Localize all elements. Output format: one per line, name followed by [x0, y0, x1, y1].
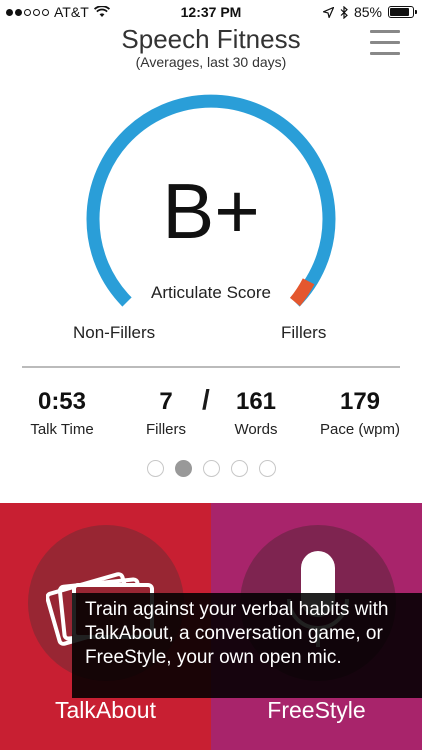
fillers-label: Fillers [281, 323, 327, 342]
hamburger-menu-icon[interactable] [370, 30, 400, 58]
non-fillers-label: Non-Fillers [73, 323, 156, 342]
divider [22, 366, 400, 368]
page-indicator [0, 460, 422, 477]
page-dot[interactable] [146, 460, 164, 477]
onboarding-tooltip: Train against your verbal habits with Ta… [72, 593, 422, 698]
battery-percent: 85% [353, 4, 382, 20]
status-bar: AT&T 12:37 PM 85% [0, 0, 422, 24]
page-dot[interactable] [230, 460, 248, 477]
talkabout-label: TalkAbout [54, 697, 156, 723]
battery-icon [388, 6, 417, 18]
words-value: 161 [235, 388, 277, 415]
freestyle-label: FreeStyle [267, 697, 366, 723]
fillers-stat-label: Fillers [146, 421, 186, 438]
page-dot-active[interactable] [174, 460, 192, 477]
page-subtitle: (Averages, last 30 days) [135, 54, 287, 70]
pace-value: 179 [339, 388, 381, 415]
pace-label: Pace (wpm) [319, 421, 401, 438]
stats-separator: / [202, 384, 210, 415]
words-label: Words [234, 421, 278, 438]
gauge-label: Articulate Score [151, 283, 271, 302]
page-title: Speech Fitness [121, 24, 301, 54]
talk-time-label: Talk Time [30, 421, 94, 438]
page-dot[interactable] [258, 460, 276, 477]
fillers-value: 7 [159, 388, 173, 415]
status-right: 85% [322, 4, 417, 20]
grade: B+ [162, 167, 260, 255]
location-arrow-icon [322, 6, 334, 18]
bluetooth-icon [340, 5, 348, 19]
page-dot[interactable] [202, 460, 220, 477]
talk-time-value: 0:53 [37, 388, 87, 415]
